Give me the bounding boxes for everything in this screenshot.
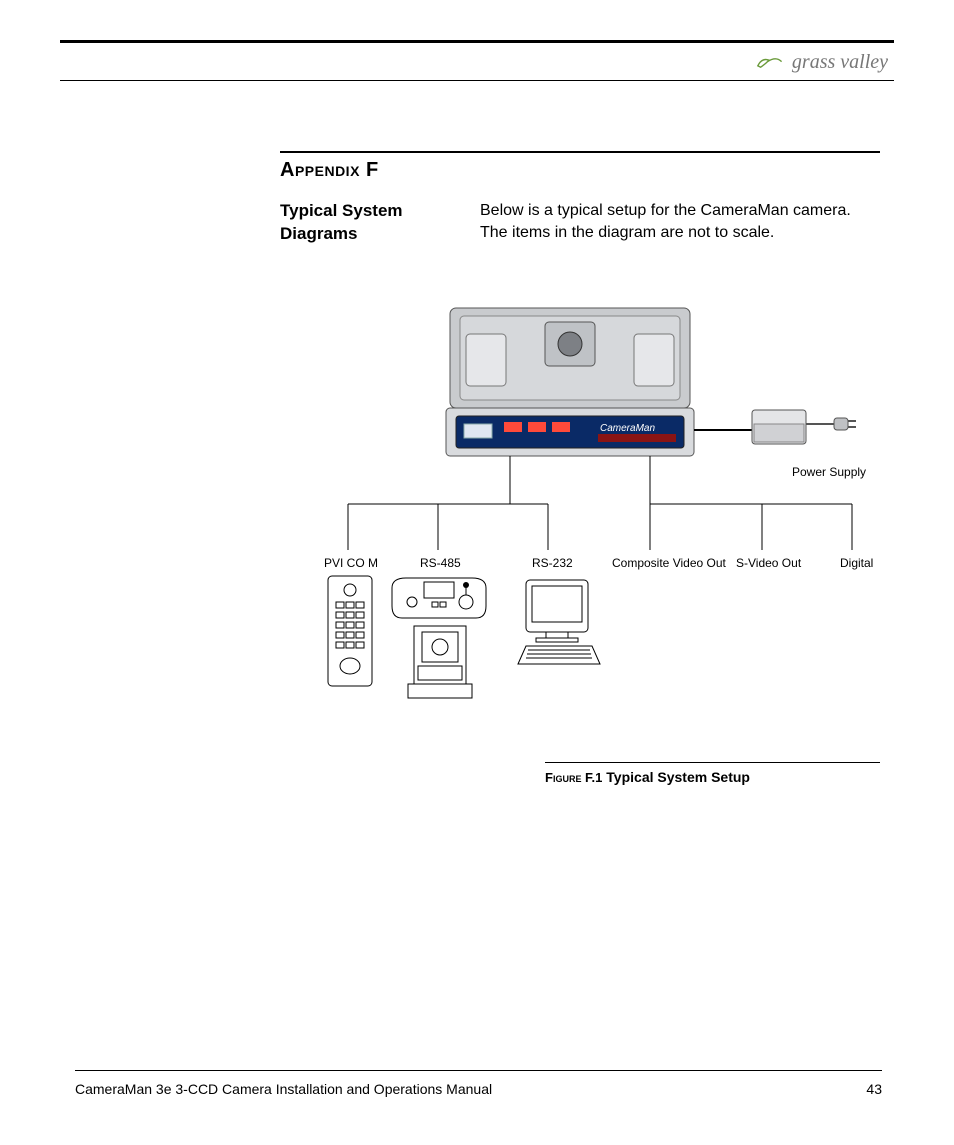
section-heading: Typical System Diagrams xyxy=(280,200,440,246)
pvi-com-label: PVI CO M xyxy=(324,556,378,570)
system-diagram: CameraMan xyxy=(300,290,900,730)
section-body: Below is a typical setup for the CameraM… xyxy=(480,200,880,246)
computer-icon xyxy=(518,580,600,664)
brand-block: grass valley xyxy=(60,51,894,74)
mini-camera-icon xyxy=(408,626,472,698)
appendix-rule xyxy=(280,151,880,153)
footer-page-number: 43 xyxy=(866,1081,882,1097)
camera-brand-text: CameraMan xyxy=(600,423,655,434)
digital-label: Digital xyxy=(840,556,873,570)
joystick-controller-icon xyxy=(392,578,486,618)
diagram-svg: CameraMan xyxy=(300,290,900,730)
top-thin-rule xyxy=(60,80,894,81)
remote-control-icon xyxy=(328,576,372,686)
svideo-label: S-Video Out xyxy=(736,556,801,570)
appendix-title: Appendix F xyxy=(280,159,880,182)
power-supply-icon xyxy=(752,410,856,444)
rs232-label: RS-232 xyxy=(532,556,573,570)
figure-caption: Figure F.1 Typical System Setup xyxy=(545,762,880,785)
rs485-label: RS-485 xyxy=(420,556,461,570)
caption-title: Typical System Setup xyxy=(606,769,750,785)
footer-doc-title: CameraMan 3e 3-CCD Camera Installation a… xyxy=(75,1081,492,1097)
top-thick-rule xyxy=(60,40,894,43)
page-footer: CameraMan 3e 3-CCD Camera Installation a… xyxy=(75,1070,882,1097)
brand-name: grass valley xyxy=(792,51,888,73)
grass-valley-logo-icon xyxy=(755,53,783,73)
caption-label: Figure F.1 xyxy=(545,770,602,785)
camera-unit-icon: CameraMan xyxy=(446,308,694,456)
power-supply-label: Power Supply xyxy=(792,465,866,479)
composite-label: Composite Video Out xyxy=(612,556,726,570)
